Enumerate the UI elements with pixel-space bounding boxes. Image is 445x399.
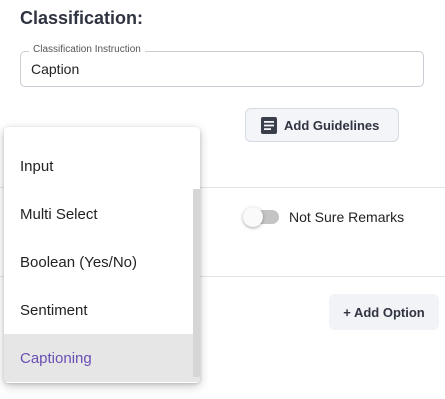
type-dropdown-menu: Input Multi Select Boolean (Yes/No) Sent… [4, 127, 200, 383]
dropdown-scrollbar-thumb[interactable] [193, 189, 200, 377]
menu-item-captioning[interactable]: Captioning [4, 334, 200, 382]
classification-instruction-label: Classification Instruction [29, 44, 145, 55]
document-icon [261, 116, 277, 134]
not-sure-remarks-label: Not Sure Remarks [289, 209, 405, 225]
menu-item-sentiment[interactable]: Sentiment [4, 286, 200, 334]
menu-item-multi-select[interactable]: Multi Select [4, 190, 200, 238]
not-sure-remarks-toggle[interactable] [243, 207, 279, 227]
add-option-button[interactable]: + Add Option [329, 294, 439, 330]
classification-instruction-input[interactable] [31, 61, 411, 77]
menu-item-input[interactable]: Input [4, 142, 200, 190]
menu-item-boolean[interactable]: Boolean (Yes/No) [4, 238, 200, 286]
section-title: Classification: [20, 8, 144, 28]
classification-instruction-field[interactable]: Classification Instruction [20, 44, 424, 87]
toggle-knob [243, 207, 263, 227]
add-guidelines-label: Add Guidelines [284, 117, 380, 133]
add-guidelines-button[interactable]: Add Guidelines [245, 108, 399, 142]
